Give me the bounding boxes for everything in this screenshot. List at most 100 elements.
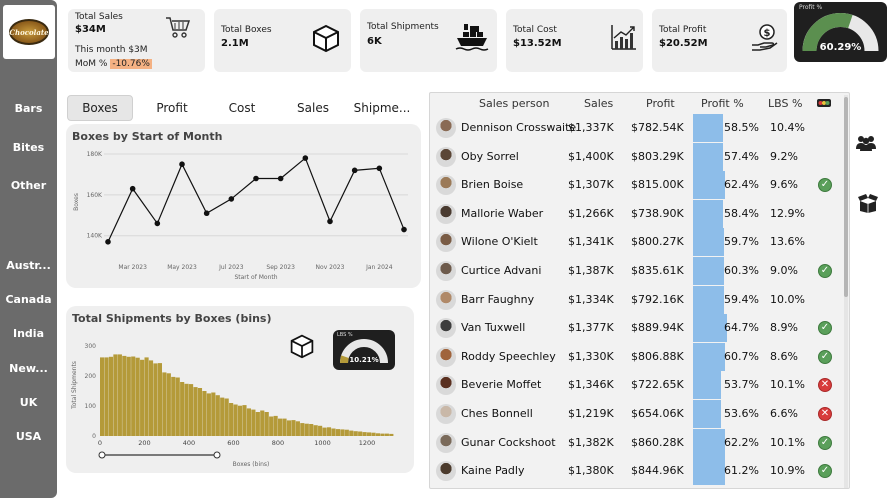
profit-value: $889.94K bbox=[631, 321, 684, 335]
header-lbs-pct[interactable]: LBS % bbox=[768, 97, 802, 110]
x-tick-label: 800 bbox=[272, 439, 284, 447]
histogram-bar bbox=[215, 395, 220, 436]
sidebar-item-australia[interactable]: Austr... bbox=[0, 259, 57, 272]
check-icon: ✓ bbox=[818, 464, 832, 479]
profit-pct-value: 62.4% bbox=[724, 178, 759, 192]
histogram-bar bbox=[237, 405, 243, 436]
table-row[interactable]: Barr Faughny $1,334K $792.16K 59.4% 10.0% bbox=[430, 285, 849, 314]
histogram-bar bbox=[171, 376, 176, 436]
logo-badge: Chocolate bbox=[9, 19, 49, 45]
tab-profit[interactable]: Profit bbox=[142, 95, 202, 121]
header-sales-person[interactable]: Sales person bbox=[479, 97, 549, 110]
header-profit[interactable]: Profit bbox=[646, 97, 675, 110]
x-tick-label: May 2023 bbox=[167, 264, 197, 271]
kpi-total-shipments: Total Shipments 6K bbox=[360, 9, 497, 72]
sidebar-item-canada[interactable]: Canada bbox=[0, 293, 57, 306]
table-row[interactable]: Van Tuxwell $1,377K $889.94K 64.7% 8.9% ✓ bbox=[430, 314, 849, 343]
lbs-pct-value: 6.6% bbox=[770, 407, 798, 420]
avatar bbox=[436, 404, 456, 424]
sidebar-item-other[interactable]: Other bbox=[0, 179, 57, 192]
histogram-bar bbox=[175, 377, 180, 436]
profit-pct-bar bbox=[693, 342, 725, 371]
x-tick-label: Jul 2023 bbox=[218, 264, 244, 271]
data-point bbox=[302, 155, 309, 161]
mom-value: -10.76% bbox=[110, 59, 152, 69]
x-tick-label: 400 bbox=[183, 439, 195, 447]
histogram-bar bbox=[309, 424, 314, 436]
table-row[interactable]: Beverie Moffet $1,346K $722.65K 53.7% 10.1% ✕ bbox=[430, 371, 849, 400]
avatar bbox=[436, 432, 456, 453]
box-icon bbox=[313, 24, 339, 53]
profit-pct-value: 57.4% bbox=[724, 149, 759, 163]
sidebar-item-bites[interactable]: Bites bbox=[0, 141, 57, 154]
table-row[interactable]: Curtice Advani $1,387K $835.61K 60.3% 9.0% ✓ bbox=[430, 257, 849, 285]
x-tick-label: Mar 2023 bbox=[118, 264, 147, 271]
cross-icon: ✕ bbox=[818, 378, 832, 393]
x-axis-label: Start of Month bbox=[234, 274, 277, 281]
check-icon: ✓ bbox=[818, 321, 832, 336]
profit-pct-value: 58.5% bbox=[724, 121, 759, 134]
x-tick-label: Nov 2023 bbox=[316, 264, 345, 271]
x-tick-label: 1000 bbox=[314, 439, 331, 447]
profit-pct-value: 58.4% bbox=[724, 206, 759, 220]
cross-icon: ✕ bbox=[818, 407, 832, 421]
lbs-gauge bbox=[340, 339, 388, 364]
histogram-bar bbox=[242, 405, 247, 436]
people-icon[interactable] bbox=[855, 134, 877, 152]
profit-value: $844.96K bbox=[631, 464, 684, 478]
range-slider-min-handle[interactable] bbox=[98, 451, 106, 459]
histogram-bar bbox=[211, 392, 216, 436]
table-row[interactable]: Ches Bonnell $1,219K $654.06K 53.6% 6.6% ✕ bbox=[430, 400, 849, 428]
lbs-pct-value: 12.9% bbox=[770, 206, 805, 220]
table-row[interactable]: Gunar Cockshoot $1,382K $860.28K 62.2% 10.1%… bbox=[430, 428, 849, 457]
lbs-pct-value: 9.6% bbox=[770, 178, 798, 192]
histogram-bar bbox=[260, 410, 265, 436]
histogram-bar bbox=[220, 397, 225, 436]
open-box-icon[interactable] bbox=[857, 192, 879, 214]
histogram-bar bbox=[233, 404, 238, 436]
y-tick-label: 160K bbox=[87, 192, 103, 199]
tab-shipments[interactable]: Shipme... bbox=[352, 95, 412, 121]
sales-value: $1,380K bbox=[568, 464, 614, 478]
table-row[interactable]: Wilone O'Kielt $1,341K $800.27K 59.7% 13.6% bbox=[430, 228, 849, 257]
profit-value: $806.88K bbox=[631, 349, 684, 363]
tab-boxes[interactable]: Boxes bbox=[67, 95, 133, 121]
lbs-pct-value: 10.0% bbox=[770, 292, 805, 306]
sidebar-item-bars[interactable]: Bars bbox=[0, 102, 57, 115]
table-row[interactable]: Roddy Speechley $1,330K $806.88K 60.7% 8.6% ✓ bbox=[430, 342, 849, 371]
tab-cost[interactable]: Cost bbox=[212, 95, 272, 121]
histogram-bar bbox=[380, 433, 385, 436]
table-row[interactable]: Oby Sorrel $1,400K $803.29K 57.4% 9.2% bbox=[430, 142, 849, 171]
profit-value: $803.29K bbox=[631, 149, 684, 163]
range-slider-max-handle[interactable] bbox=[213, 451, 221, 459]
avatar bbox=[436, 232, 456, 253]
histogram-bar bbox=[140, 359, 145, 436]
sales-value: $1,382K bbox=[568, 435, 614, 449]
sidebar-item-uk[interactable]: UK bbox=[0, 396, 57, 409]
table-row[interactable]: Brien Boise $1,307K $815.00K 62.4% 9.6% ✓ bbox=[430, 171, 849, 200]
table-row[interactable]: Kaine Padly $1,380K $844.96K 61.2% 10.9% ✓ bbox=[430, 457, 849, 486]
profit-pct-bar bbox=[693, 400, 721, 428]
histogram-bar bbox=[291, 420, 296, 436]
sidebar-item-usa[interactable]: USA bbox=[0, 430, 57, 443]
histogram-bar bbox=[144, 357, 149, 436]
profit-pct-bar bbox=[693, 142, 723, 171]
header-sales[interactable]: Sales bbox=[584, 97, 613, 110]
header-profit-pct[interactable]: Profit % bbox=[701, 97, 744, 110]
avatar bbox=[436, 346, 456, 367]
table-row[interactable]: Dennison Crosswaite $1,337K $782.54K 58.5% 1… bbox=[430, 114, 849, 142]
sidebar-item-new-zealand[interactable]: New... bbox=[0, 362, 57, 375]
kpi-sales-mom: MoM % -10.76% bbox=[75, 59, 152, 69]
data-point bbox=[277, 175, 284, 182]
histogram-bar bbox=[148, 360, 154, 436]
y-tick-label: 200 bbox=[85, 373, 97, 380]
sidebar-item-india[interactable]: India bbox=[0, 327, 57, 340]
table-row[interactable]: Mallorie Waber $1,266K $738.90K 58.4% 12.9% bbox=[430, 199, 849, 228]
histogram-bar bbox=[384, 433, 389, 436]
table-scrollbar-thumb[interactable] bbox=[844, 97, 848, 297]
salesperson-name: Gunar Cockshoot bbox=[461, 435, 556, 449]
salesperson-name: Wilone O'Kielt bbox=[461, 235, 538, 249]
tab-sales[interactable]: Sales bbox=[283, 95, 343, 121]
kpi-sales-this-month: This month $3M bbox=[75, 45, 148, 55]
y-tick-label: 0 bbox=[92, 433, 96, 440]
